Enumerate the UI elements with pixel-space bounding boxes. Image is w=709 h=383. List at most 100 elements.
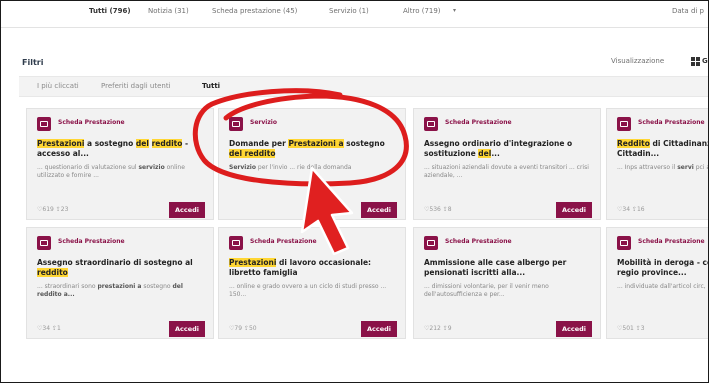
grid-view-label[interactable]: G <box>702 57 708 65</box>
text-run: pci al... <box>695 164 708 171</box>
result-card[interactable]: Scheda Prestazione Ammissione alle case a… <box>413 227 601 339</box>
document-icon <box>229 236 243 250</box>
card-type-label: Scheda Prestazione <box>638 238 705 245</box>
document-icon <box>617 236 631 250</box>
card-title[interactable]: Mobilità in deroga - concessa dalle regi… <box>617 258 708 278</box>
text-run: a sostegno <box>84 139 136 148</box>
card-title[interactable]: Prestazioni di lavoro occasionale: libre… <box>229 258 399 278</box>
views-count: 619 <box>42 206 54 213</box>
card-type-label: Servizio <box>250 119 277 126</box>
tab-scheda-prestazione[interactable]: Scheda prestazione (45) <box>212 7 297 15</box>
card-description: ... questionario di valutazione sul serv… <box>37 164 207 180</box>
tab-altro[interactable]: Altro (719) <box>403 7 441 15</box>
text-run: ... situazioni aziendali dovute a eventi… <box>424 164 589 179</box>
result-card[interactable]: Scheda Prestazione Reddito di Cittadinanz… <box>606 108 708 220</box>
ranking-tabs: I più cliccati Preferiti dagli utenti Tu… <box>19 76 708 97</box>
views-count: 212 <box>429 325 441 332</box>
subtab-piu-cliccati[interactable]: I più cliccati <box>37 82 79 90</box>
share-icon: ⇪ <box>440 325 448 332</box>
views-count: 34 <box>622 206 631 213</box>
card-description: ... individuate dall'articol circ, per i… <box>617 283 708 291</box>
accedi-button[interactable]: Accedi <box>169 202 205 218</box>
card-type-label: Scheda Prestazione <box>250 238 317 245</box>
text-run: ... questionario di valutazione sul <box>37 164 139 171</box>
share-icon: ⇪ <box>630 206 637 213</box>
card-type-label: Scheda Prestazione <box>58 238 125 245</box>
text-run: reddito <box>37 268 68 277</box>
card-title[interactable]: Prestazioni a sostegno del reddito - acc… <box>37 139 207 159</box>
text-run: servi <box>677 164 694 171</box>
document-icon <box>229 117 243 131</box>
card-title[interactable]: Reddito di Cittadinanza Pensione di Citt… <box>617 139 708 159</box>
document-icon <box>37 117 51 131</box>
text-run: prestazioni a <box>97 283 142 290</box>
text-run: Ammissione alle case albergo per pension… <box>424 258 567 277</box>
text-run: Domande per <box>229 139 289 148</box>
likes-count: 3 <box>640 325 645 332</box>
views-count: 34 <box>42 325 51 332</box>
sort-date-label[interactable]: Data di p <box>672 7 704 15</box>
card-stats: ♡34 ⇪16 <box>617 206 645 213</box>
likes-count: 8 <box>447 206 452 213</box>
result-card[interactable]: Scheda Prestazione Prestazioni a sostegno… <box>26 108 214 220</box>
text-run: sostegno <box>343 139 385 148</box>
likes-count: 16 <box>636 206 645 213</box>
text-run: a <box>335 139 344 148</box>
text-run: ... straordinari sono <box>37 283 98 290</box>
card-stats: ♡619 ⇪23 <box>37 206 68 213</box>
card-description: ... straordinari sono prestazioni a sost… <box>37 283 207 299</box>
card-title[interactable]: Assegno ordinario d'integrazione o sosti… <box>424 139 594 159</box>
card-stats: ♡79 ⇪50 <box>229 325 257 332</box>
text-run: ... <box>491 149 500 158</box>
accedi-button[interactable]: Accedi <box>361 202 397 218</box>
subtab-preferiti[interactable]: Preferiti dagli utenti <box>101 82 171 90</box>
text-run: del <box>478 149 492 158</box>
result-card[interactable]: Scheda Prestazione Assegno ordinario d'in… <box>413 108 601 220</box>
share-icon: ⇪ <box>242 325 249 332</box>
text-run: Prestazioni <box>37 139 85 148</box>
result-card[interactable]: Servizio Domande per Prestazioni a sosteg… <box>218 108 406 220</box>
tab-tutti[interactable]: Tutti (796) <box>89 7 131 15</box>
document-icon <box>424 117 438 131</box>
card-title[interactable]: Ammissione alle case albergo per pension… <box>424 258 594 278</box>
accedi-button[interactable]: Accedi <box>556 321 592 337</box>
accedi-button[interactable]: Accedi <box>361 321 397 337</box>
chevron-down-icon[interactable]: ▾ <box>453 7 456 14</box>
views-count: 501 <box>622 325 634 332</box>
document-icon <box>37 236 51 250</box>
card-description: Servizio per l'invio ... rie della doman… <box>229 164 399 172</box>
screenshot-frame: Tutti (796) Notizia (31) Scheda prestazi… <box>0 0 709 383</box>
card-title[interactable]: Assegno straordinario di sostegno al red… <box>37 258 207 278</box>
card-description: ... dimissioni volontarie, per il venir … <box>424 283 594 299</box>
likes-count: 23 <box>60 206 69 213</box>
share-icon: ⇪ <box>50 325 57 332</box>
card-stats: ♡212 ⇪9 <box>424 325 452 332</box>
card-type-label: Scheda Prestazione <box>58 119 125 126</box>
views-count: 536 <box>429 206 441 213</box>
text-run: del <box>135 139 149 148</box>
card-type-label: Scheda Prestazione <box>445 238 512 245</box>
text-run: reddito <box>151 139 183 148</box>
view-mode-label: Visualizzazione <box>611 57 665 65</box>
accedi-button[interactable]: Accedi <box>556 202 592 218</box>
tab-servizio[interactable]: Servizio (1) <box>329 7 369 15</box>
text-run: servizio <box>138 164 165 171</box>
tab-notizia[interactable]: Notizia (31) <box>148 7 189 15</box>
card-type-label: Scheda Prestazione <box>638 119 705 126</box>
subtab-tutti[interactable]: Tutti <box>202 82 220 90</box>
text-run: Prestazioni <box>229 258 277 267</box>
document-icon <box>617 117 631 131</box>
card-stats: ♡501 ⇪3 <box>617 325 645 332</box>
likes-count: 1 <box>56 325 61 332</box>
result-card[interactable]: Scheda Prestazione Prestazioni di lavoro … <box>218 227 406 339</box>
card-title[interactable]: Domande per Prestazioni a sostegno del r… <box>229 139 399 159</box>
filters-label[interactable]: Filtri <box>22 58 43 67</box>
result-card[interactable]: Scheda Prestazione Mobilità in deroga - c… <box>606 227 708 339</box>
grid-view-icon[interactable] <box>691 57 700 66</box>
result-card[interactable]: Scheda Prestazione Assegno straordinario … <box>26 227 214 339</box>
text-run: del reddito <box>229 149 276 158</box>
views-count: 79 <box>234 325 243 332</box>
text-run: Mobilità in deroga - concessa dalle regi… <box>617 258 708 277</box>
card-stats: ♡536 ⇪8 <box>424 206 452 213</box>
accedi-button[interactable]: Accedi <box>169 321 205 337</box>
